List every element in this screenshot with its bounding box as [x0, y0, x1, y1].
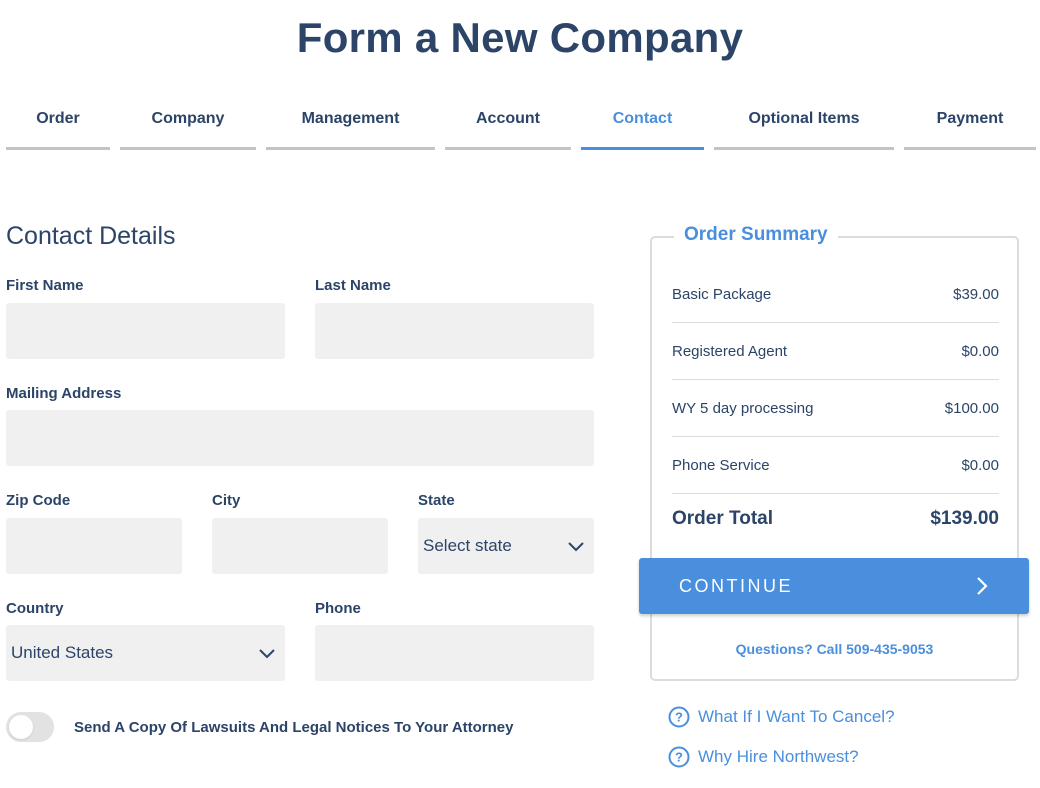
first-name-input[interactable] — [6, 303, 285, 359]
svg-text:?: ? — [675, 750, 683, 765]
phone-label: Phone — [315, 600, 361, 617]
zip-code-input[interactable] — [6, 518, 182, 574]
mailing-address-label: Mailing Address — [6, 385, 122, 402]
tab-order[interactable]: Order — [6, 108, 110, 150]
attorney-toggle-label: Send A Copy Of Lawsuits And Legal Notice… — [74, 718, 514, 736]
state-select-value: Select state — [423, 536, 512, 555]
help-link-cancel[interactable]: ? What If I Want To Cancel? — [668, 706, 895, 728]
tab-payment[interactable]: Payment — [904, 108, 1036, 150]
city-input[interactable] — [212, 518, 388, 574]
city-label: City — [212, 492, 241, 509]
svg-text:?: ? — [675, 710, 683, 725]
country-select[interactable]: United States — [6, 625, 285, 681]
summary-item-name: WY 5 day processing — [672, 399, 814, 417]
question-circle-icon: ? — [668, 706, 690, 728]
help-link-label: Why Hire Northwest? — [698, 747, 859, 766]
step-tabs: Order Company Management Account Contact… — [0, 108, 1040, 152]
continue-button-label: CONTINUE — [679, 575, 793, 596]
order-summary: Order Summary Basic Package $39.00 Regis… — [650, 224, 1019, 681]
summary-item-price: $0.00 — [961, 456, 999, 474]
order-total-value: $139.00 — [930, 508, 999, 529]
help-link-why-hire[interactable]: ? Why Hire Northwest? — [668, 746, 859, 768]
tab-contact[interactable]: Contact — [581, 108, 704, 150]
tab-account[interactable]: Account — [445, 108, 571, 150]
country-select-value: United States — [11, 643, 114, 662]
last-name-input[interactable] — [315, 303, 594, 359]
attorney-toggle[interactable] — [6, 712, 54, 742]
chevron-right-icon — [977, 577, 988, 595]
page-title: Form a New Company — [296, 14, 744, 61]
summary-item-name: Registered Agent — [672, 342, 788, 360]
summary-row: Phone Service $0.00 — [672, 437, 999, 494]
help-link-label: What If I Want To Cancel? — [698, 707, 895, 726]
toggle-knob — [9, 715, 33, 739]
state-label: State — [418, 492, 455, 509]
continue-button[interactable]: CONTINUE — [639, 558, 1029, 614]
phone-input[interactable] — [315, 625, 594, 681]
section-title: Contact Details — [6, 222, 176, 250]
chevron-down-icon — [568, 542, 584, 552]
questions-phone-link[interactable]: Questions? Call 509-435-9053 — [650, 641, 1019, 657]
summary-item-price: $100.00 — [944, 399, 999, 417]
summary-item-price: $39.00 — [953, 285, 999, 303]
question-circle-icon: ? — [668, 746, 690, 768]
last-name-label: Last Name — [315, 277, 391, 294]
summary-item-price: $0.00 — [961, 342, 999, 360]
summary-row: WY 5 day processing $100.00 — [672, 380, 999, 437]
summary-row: Basic Package $39.00 — [672, 266, 999, 323]
summary-item-name: Basic Package — [672, 285, 772, 303]
first-name-label: First Name — [6, 277, 84, 294]
order-total-label: Order Total — [672, 508, 773, 529]
summary-item-name: Phone Service — [672, 456, 770, 474]
tab-company[interactable]: Company — [120, 108, 256, 150]
chevron-down-icon — [259, 649, 275, 659]
state-select[interactable]: Select state — [418, 518, 594, 574]
zip-code-label: Zip Code — [6, 492, 71, 509]
tab-management[interactable]: Management — [266, 108, 435, 150]
mailing-address-input[interactable] — [6, 410, 594, 466]
tab-optional-items[interactable]: Optional Items — [714, 108, 894, 150]
country-label: Country — [6, 600, 64, 617]
order-total: Order Total $139.00 — [672, 508, 999, 530]
summary-row: Registered Agent $0.00 — [672, 323, 999, 380]
attorney-toggle-row: Send A Copy Of Lawsuits And Legal Notice… — [6, 712, 513, 742]
order-summary-title: Order Summary — [674, 224, 838, 246]
